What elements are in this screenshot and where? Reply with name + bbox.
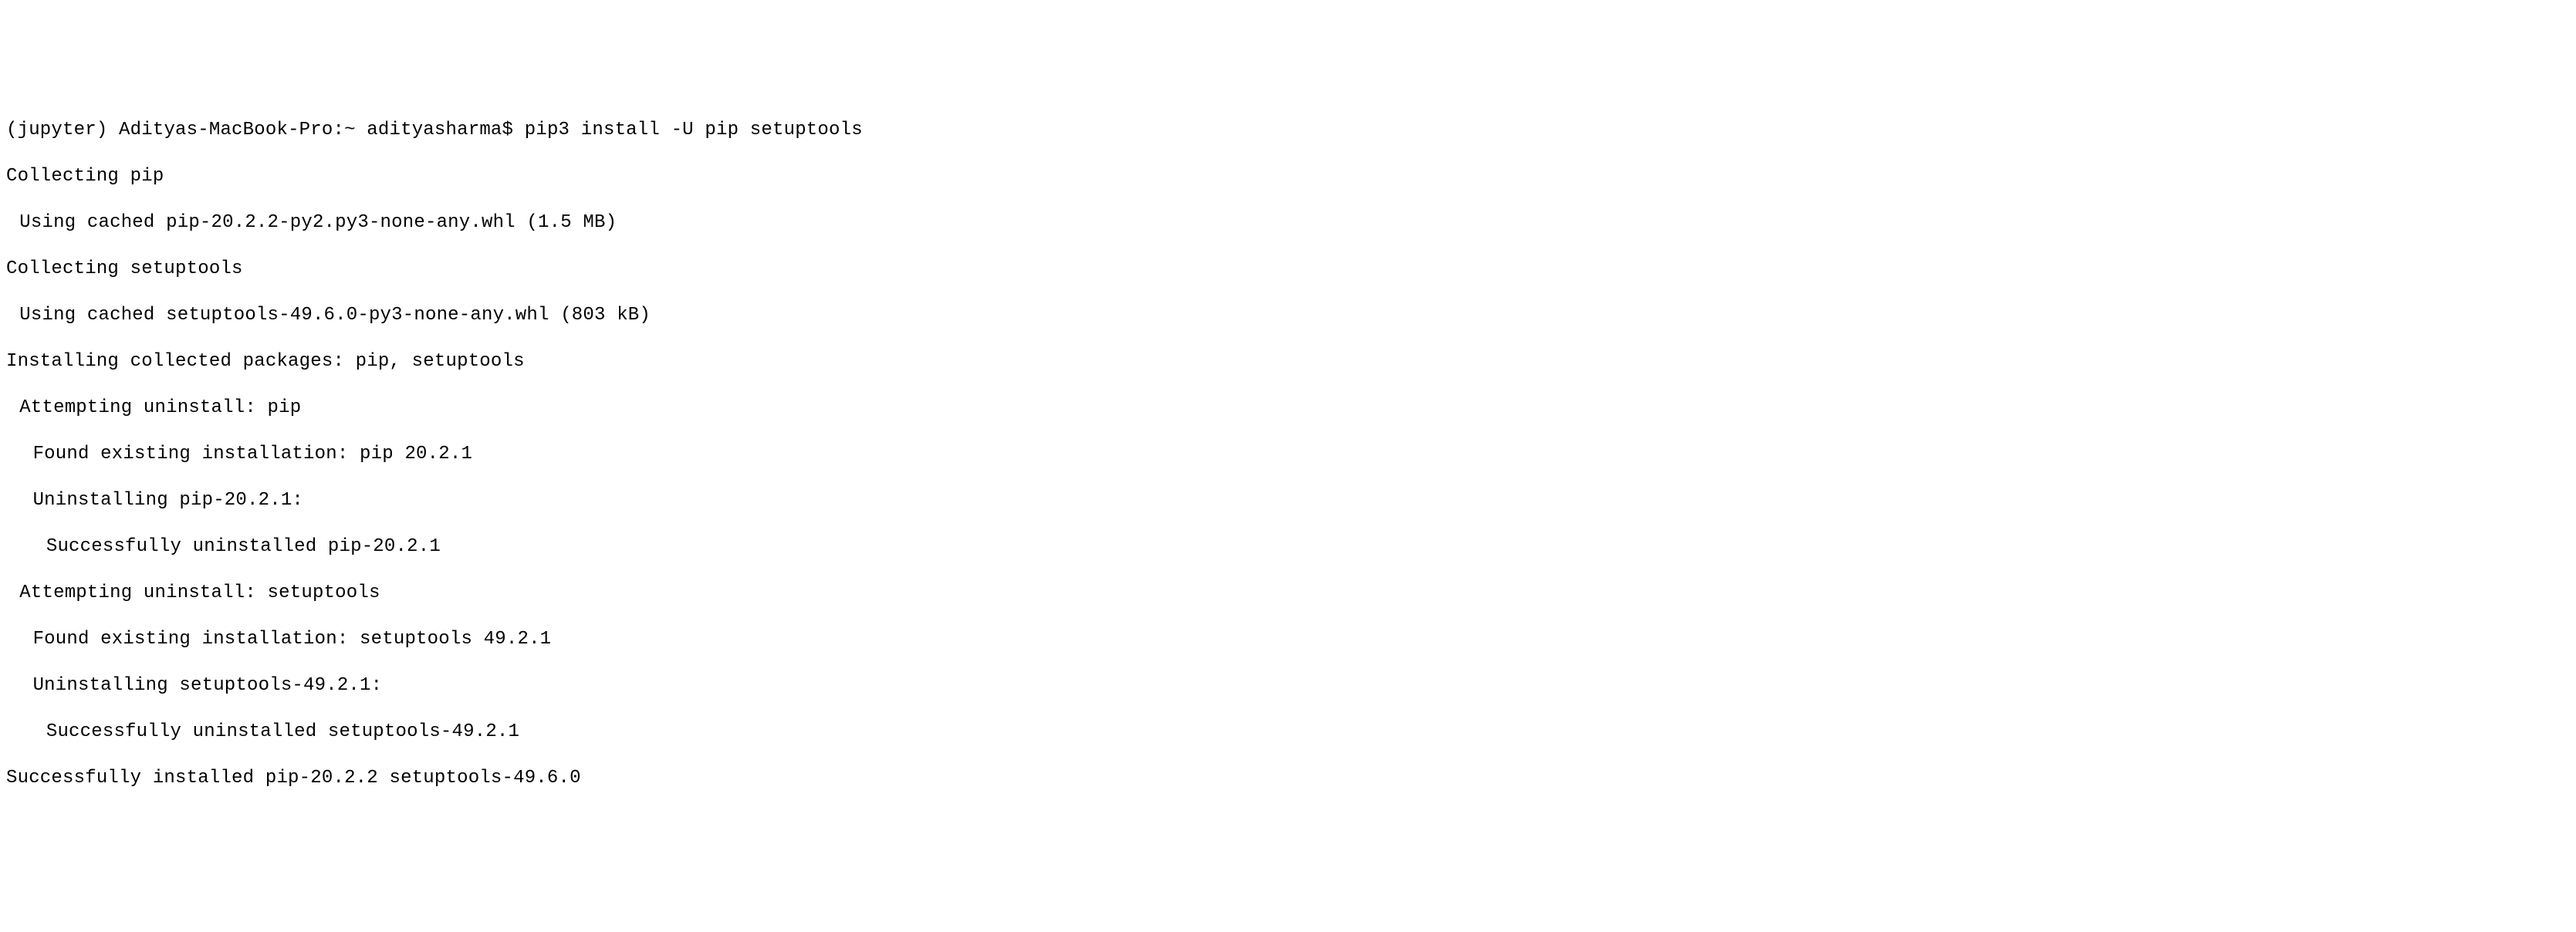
terminal-output: (jupyter) Adityas-MacBook-Pro:~ adityash…: [6, 96, 2570, 813]
output-line: Using cached setuptools-49.6.0-py3-none-…: [6, 304, 2570, 327]
output-line: Successfully uninstalled setuptools-49.2…: [6, 721, 2570, 744]
output-line: Installing collected packages: pip, setu…: [6, 350, 2570, 373]
output-line: Successfully installed pip-20.2.2 setupt…: [6, 767, 2570, 790]
prompt-env: (jupyter): [6, 120, 107, 140]
output-line: Successfully uninstalled pip-20.2.1: [6, 535, 2570, 559]
command-text: pip3 install -U pip setuptools: [525, 120, 863, 140]
prompt-user: adityasharma$: [367, 120, 513, 140]
output-line: Collecting pip: [6, 165, 2570, 188]
output-line: Found existing installation: pip 20.2.1: [6, 443, 2570, 466]
output-line: Uninstalling setuptools-49.2.1:: [6, 674, 2570, 697]
output-line: Found existing installation: setuptools …: [6, 628, 2570, 651]
prompt-line: (jupyter) Adityas-MacBook-Pro:~ adityash…: [6, 119, 2570, 142]
output-line: Attempting uninstall: setuptools: [6, 582, 2570, 605]
output-line: Attempting uninstall: pip: [6, 397, 2570, 420]
output-line: Collecting setuptools: [6, 258, 2570, 281]
output-line: Using cached pip-20.2.2-py2.py3-none-any…: [6, 211, 2570, 235]
prompt-host: Adityas-MacBook-Pro:~: [119, 120, 356, 140]
output-line: Uninstalling pip-20.2.1:: [6, 489, 2570, 512]
